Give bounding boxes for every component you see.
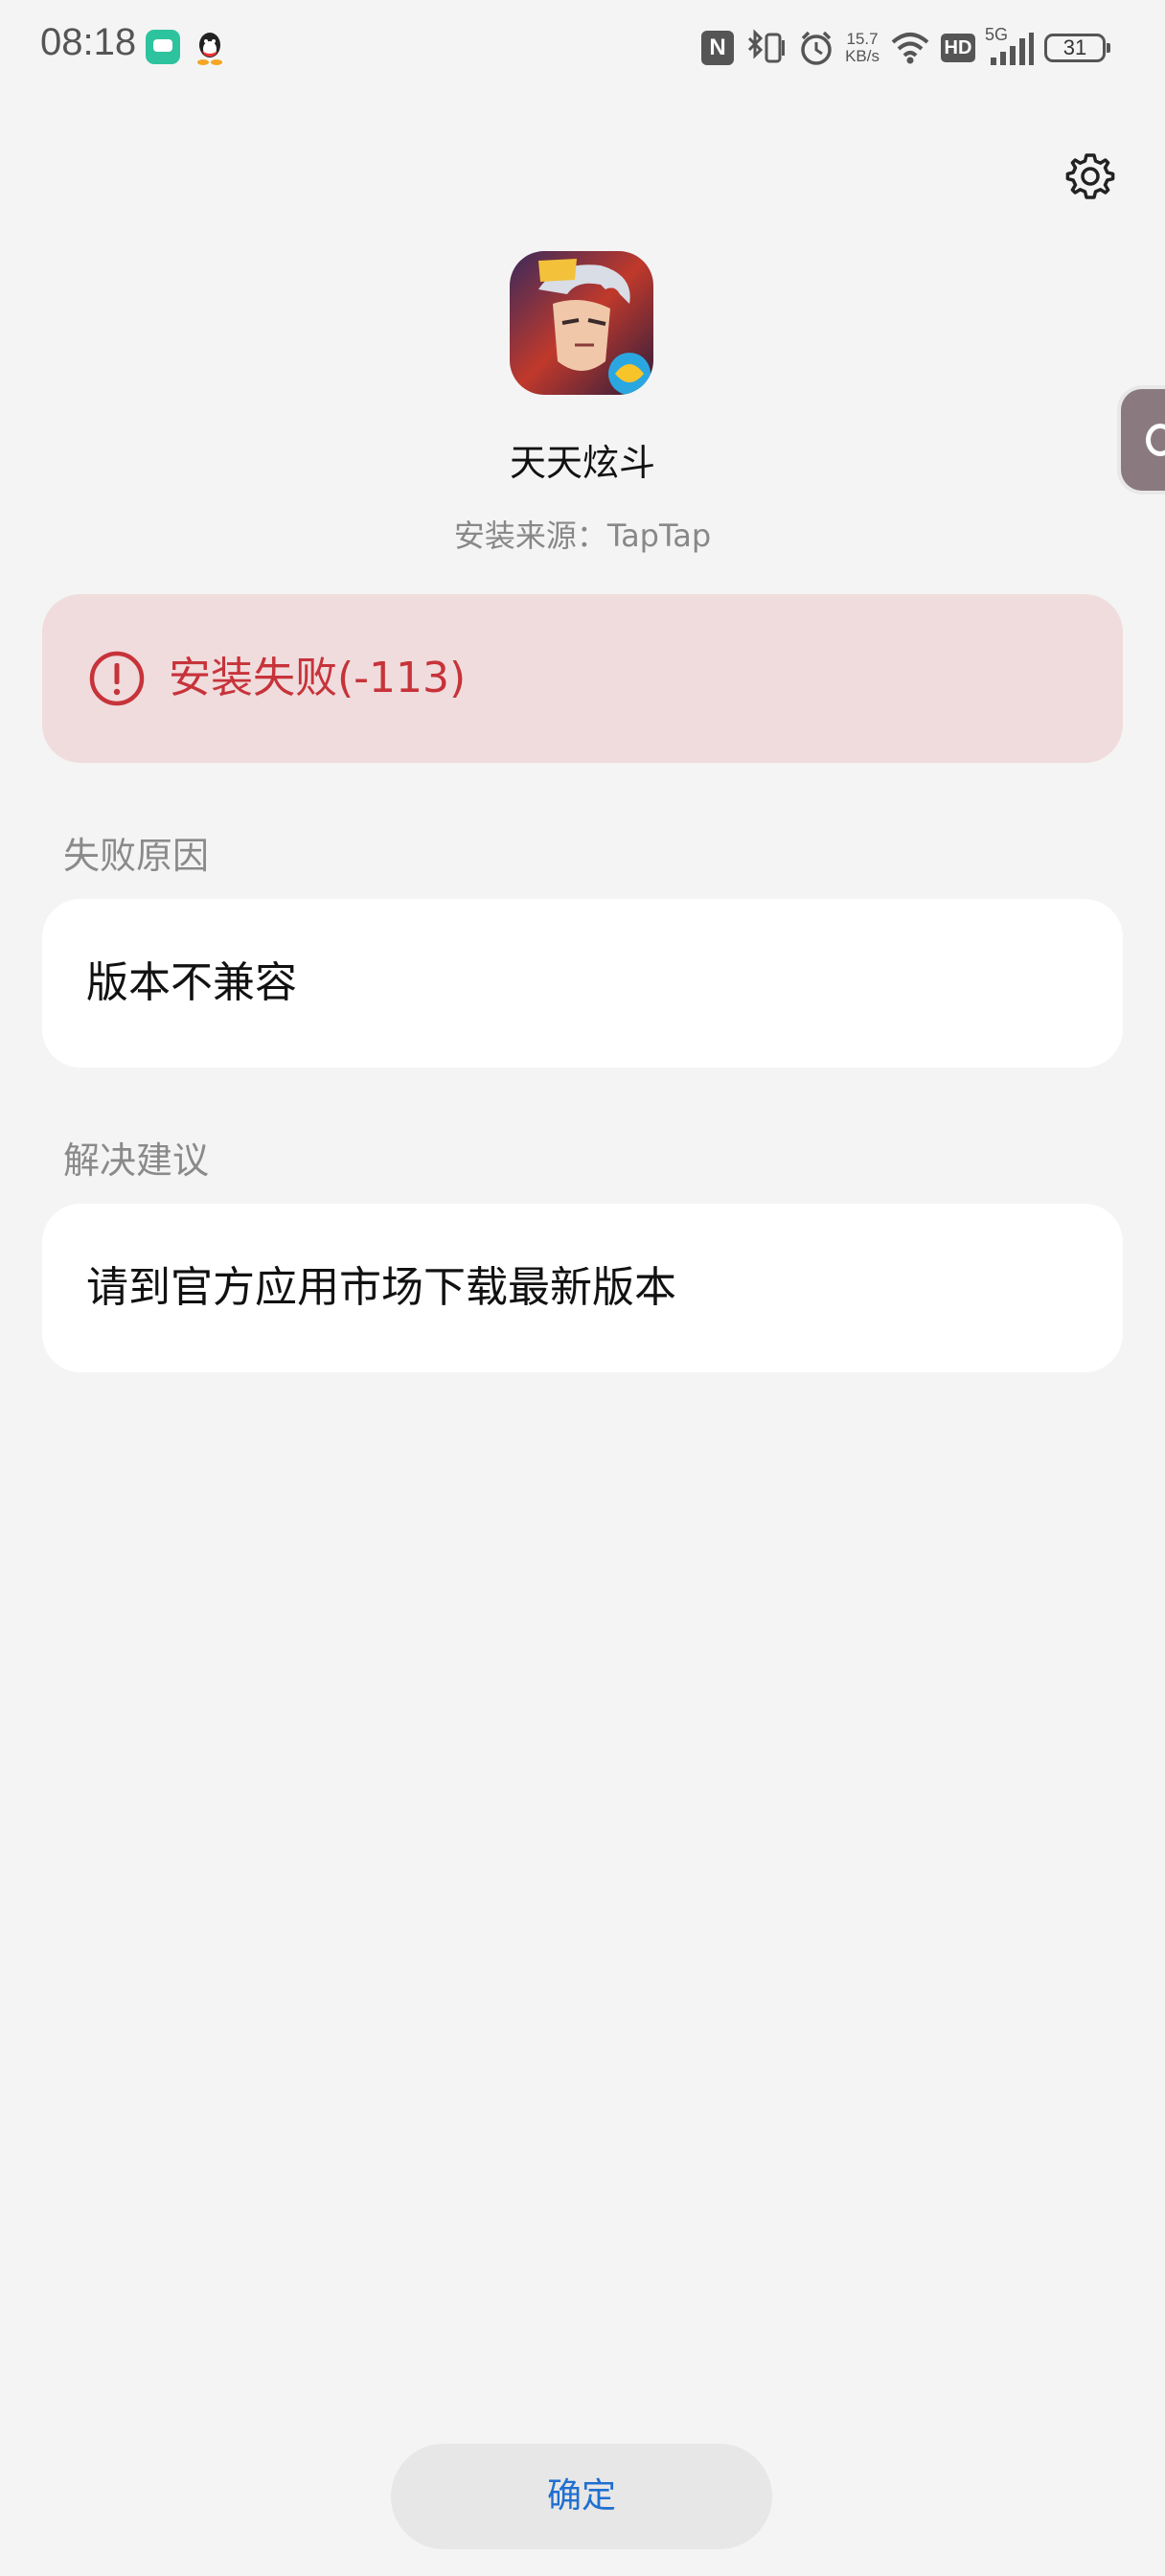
failure-reason-label: 失败原因 [63, 835, 210, 877]
bluetooth-vibrate-icon [748, 29, 786, 63]
alarm-icon [801, 31, 832, 65]
install-error-banner: 安装失败(-113) [42, 594, 1123, 763]
qq-notification-icon [197, 33, 222, 65]
status-icons: N 15.7 KB/s HD 5G 31 [701, 25, 1110, 69]
install-error-message: 安装失败(-113) [169, 654, 467, 702]
status-bar: 08:18 N 15.7 KB/s HD 5G 31 [0, 0, 1165, 96]
failure-reason-card: 版本不兼容 [42, 899, 1123, 1068]
confirm-button[interactable]: 确定 [391, 2444, 772, 2549]
battery-icon: 31 [1044, 34, 1110, 62]
message-notification-icon [146, 30, 180, 64]
wifi-icon [891, 33, 929, 64]
settings-gear-icon[interactable] [1063, 150, 1117, 203]
app-name: 天天炫斗 [509, 442, 655, 484]
suggestion-text: 请到官方应用市场下载最新版本 [86, 1263, 676, 1312]
status-time: 08:18 [40, 21, 137, 63]
app-icon [510, 251, 653, 395]
battery-level: 31 [1062, 35, 1087, 59]
network-speed: 15.7 KB/s [845, 31, 879, 65]
suggestion-card: 请到官方应用市场下载最新版本 [42, 1204, 1123, 1372]
install-source: 安装来源：TapTap [453, 518, 712, 554]
hd-voice-icon: HD [941, 34, 975, 62]
error-alert-icon [89, 651, 145, 706]
network-speed-value: 15.7 [846, 30, 879, 48]
suggestion-label: 解决建议 [63, 1139, 210, 1182]
nfc-icon: N [701, 31, 735, 65]
network-speed-unit: KB/s [845, 47, 879, 65]
signal-5g-icon: 5G [985, 25, 1035, 67]
failure-reason-text: 版本不兼容 [86, 958, 297, 1007]
